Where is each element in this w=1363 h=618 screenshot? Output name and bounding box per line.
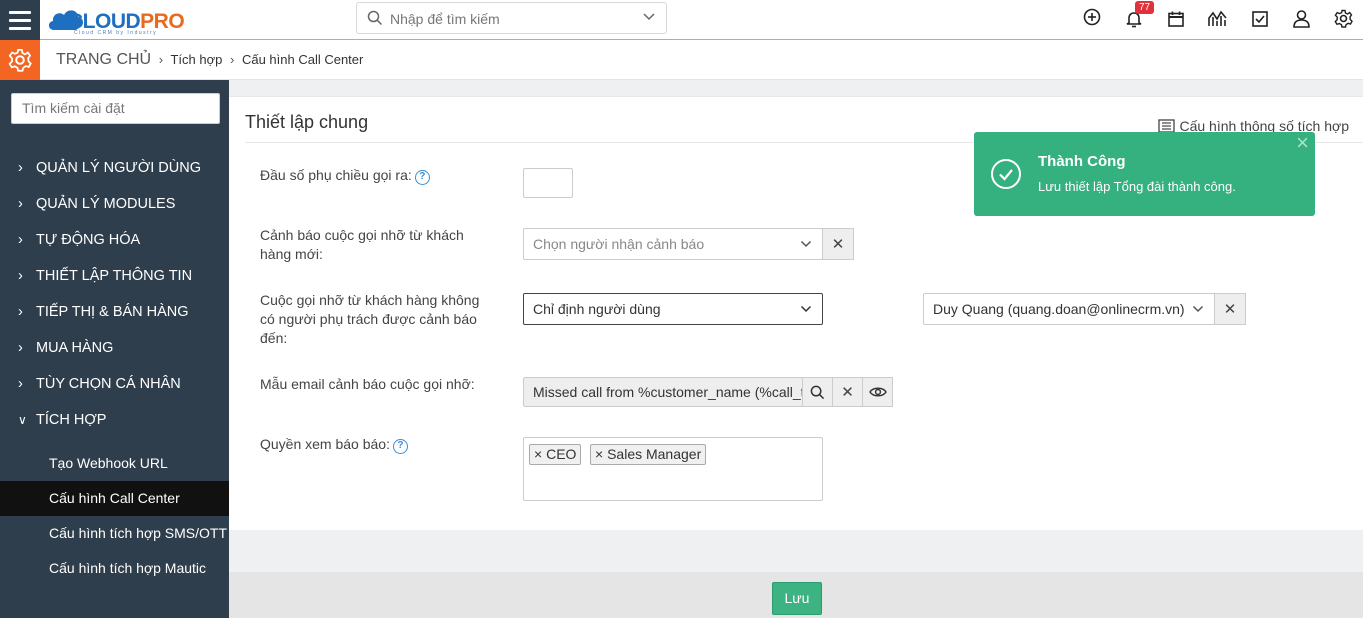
form-footer: Lưu xyxy=(229,572,1363,618)
sidebar-item-label: TÙY CHỌN CÁ NHÂN xyxy=(36,376,181,392)
sidebar-item-user-management[interactable]: › QUẢN LÝ NGƯỜI DÙNG xyxy=(0,150,229,186)
clear-template-button[interactable]: ✕ xyxy=(832,377,863,407)
sidebar-subitem-webhook[interactable]: Tạo Webhook URL xyxy=(0,446,229,481)
sidebar-item-marketing-sales[interactable]: › TIẾP THỊ & BÁN HÀNG xyxy=(0,294,229,330)
sidebar-item-personal-options[interactable]: › TÙY CHỌN CÁ NHÂN xyxy=(0,366,229,402)
sidebar-item-info-setup[interactable]: › THIẾT LẬP THÔNG TIN xyxy=(0,258,229,294)
sidebar-item-label: TIẾP THỊ & BÁN HÀNG xyxy=(36,304,189,320)
missed-unassigned-label: Cuộc gọi nhỡ từ khách hàng không có ngườ… xyxy=(260,292,480,346)
chevron-right-icon: › xyxy=(18,196,23,212)
checkbox-icon[interactable] xyxy=(1251,10,1269,28)
settings-sidebar: Tìm kiếm cài đặt › QUẢN LÝ NGƯỜI DÙNG › QU… xyxy=(0,80,229,618)
help-icon[interactable]: ? xyxy=(392,439,408,454)
sidebar-subitem-sms-ott[interactable]: Cấu hình tích hợp SMS/OTT xyxy=(0,516,229,551)
sidebar-subitem-mautic[interactable]: Cấu hình tích hợp Mautic xyxy=(0,551,229,586)
breadcrumb-integration[interactable]: Tích hợp xyxy=(170,52,222,67)
role-tag[interactable]: × CEO xyxy=(529,444,582,465)
plus-circle-icon[interactable] xyxy=(1083,8,1101,26)
logo-subtitle: Cloud CRM by Industry xyxy=(74,30,158,36)
hamburger-menu-icon[interactable] xyxy=(0,0,40,40)
search-icon xyxy=(367,10,383,26)
settings-search-input[interactable]: Tìm kiếm cài đặt xyxy=(11,93,220,124)
prefix-input[interactable] xyxy=(523,168,573,198)
clear-assigned-user-button[interactable]: ✕ xyxy=(1214,293,1246,325)
page-title: Thiết lập chung xyxy=(245,112,369,132)
config-list-icon xyxy=(1158,119,1176,133)
missed-new-customer-label: Cảnh báo cuộc gọi nhỡ từ khách hàng mới: xyxy=(260,227,464,262)
check-circle-icon xyxy=(991,159,1021,189)
sidebar-item-integration[interactable]: ∨ TÍCH HỢP xyxy=(0,402,229,438)
breadcrumb: TRANG CHỦ › Tích hợp › Cấu hình Call Cen… xyxy=(56,51,363,69)
chevron-down-icon xyxy=(643,13,655,21)
settings-gear-icon[interactable] xyxy=(0,40,40,80)
chevron-right-icon: › xyxy=(18,376,23,392)
success-toast: Thành Công Lưu thiết lập Tổng đài thành … xyxy=(974,130,1315,216)
assignment-mode-value: Chỉ định người dùng xyxy=(533,301,661,317)
chevron-right-icon: › xyxy=(18,340,23,356)
calendar-icon[interactable] xyxy=(1167,10,1185,28)
search-placeholder: Nhập để tìm kiếm xyxy=(390,11,500,27)
sidebar-item-label: QUẢN LÝ NGƯỜI DÙNG xyxy=(36,160,202,176)
sidebar-item-modules[interactable]: › QUẢN LÝ MODULES xyxy=(0,186,229,222)
chart-icon[interactable] xyxy=(1207,9,1228,28)
sidebar-item-label: THIẾT LẬP THÔNG TIN xyxy=(36,268,193,284)
notification-badge: 77 xyxy=(1135,1,1155,14)
role-tag[interactable]: × Sales Manager xyxy=(590,444,707,465)
report-view-label-text: Quyền xem báo báo: xyxy=(260,436,390,452)
sidebar-item-automation[interactable]: › TỰ ĐỘNG HÓA xyxy=(0,222,229,258)
chevron-right-icon: › xyxy=(18,160,23,176)
settings-icon[interactable] xyxy=(1334,9,1353,28)
chevron-right-icon: › xyxy=(18,232,23,248)
breadcrumb-home[interactable]: TRANG CHỦ xyxy=(56,51,151,68)
assigned-user-select[interactable]: Duy Quang (quang.doan@onlinecrm.vn) xyxy=(923,293,1215,325)
sidebar-item-label: QUẢN LÝ MODULES xyxy=(36,196,176,212)
missed-new-recipient-select[interactable]: Chọn người nhận cảnh báo xyxy=(523,228,823,260)
chevron-down-icon: ∨ xyxy=(18,413,27,427)
breadcrumb-separator-icon: › xyxy=(229,52,235,67)
report-view-label: Quyền xem báo báo:? xyxy=(260,435,492,454)
sidebar-item-label: TỰ ĐỘNG HÓA xyxy=(36,232,141,248)
remove-tag-icon[interactable]: × xyxy=(595,446,607,462)
sidebar-subitem-call-center[interactable]: Cấu hình Call Center xyxy=(0,481,229,516)
chevron-down-icon xyxy=(800,305,812,313)
help-icon[interactable]: ? xyxy=(414,170,430,185)
assignment-mode-select[interactable]: Chỉ định người dùng xyxy=(523,293,823,325)
email-template-value: Missed call from %customer_name (%call_t xyxy=(533,384,803,400)
email-template-field[interactable]: Missed call from %customer_name (%call_t xyxy=(523,377,803,407)
email-template-label: Mẫu email cảnh báo cuộc gọi nhỡ: xyxy=(260,376,475,392)
chevron-right-icon: › xyxy=(18,304,23,320)
eye-icon xyxy=(868,387,887,397)
prefix-label-text: Đầu số phụ chiều gọi ra: xyxy=(260,167,412,183)
role-tag-label: Sales Manager xyxy=(607,446,702,462)
search-template-button[interactable] xyxy=(802,377,833,407)
sidebar-item-label: MUA HÀNG xyxy=(36,340,114,356)
role-tag-label: CEO xyxy=(546,446,577,462)
prefix-label: Đầu số phụ chiều gọi ra:? xyxy=(260,166,492,185)
search-icon xyxy=(810,385,825,399)
close-icon[interactable]: × xyxy=(1296,130,1309,156)
remove-tag-icon[interactable]: × xyxy=(534,446,546,462)
chevron-down-icon xyxy=(800,240,812,248)
sidebar-item-label: TÍCH HỢP xyxy=(36,412,107,428)
breadcrumb-bar: TRANG CHỦ › Tích hợp › Cấu hình Call Cen… xyxy=(0,40,1363,80)
breadcrumb-separator-icon: › xyxy=(158,52,164,67)
chevron-down-icon xyxy=(1192,305,1204,313)
chevron-right-icon: › xyxy=(18,268,23,284)
breadcrumb-current: Cấu hình Call Center xyxy=(241,52,364,67)
save-button[interactable]: Lưu xyxy=(772,582,822,615)
toast-title: Thành Công xyxy=(1038,153,1126,170)
missed-new-recipient-placeholder: Chọn người nhận cảnh báo xyxy=(533,236,705,252)
settings-menu: › QUẢN LÝ NGƯỜI DÙNG › QUẢN LÝ MODULES › TỰ… xyxy=(0,150,229,586)
toast-message: Lưu thiết lập Tổng đài thành công. xyxy=(1038,179,1236,194)
clear-recipient-button[interactable]: ✕ xyxy=(822,228,854,260)
assigned-user-value: Duy Quang (quang.doan@onlinecrm.vn) xyxy=(933,301,1185,317)
sidebar-item-purchasing[interactable]: › MUA HÀNG xyxy=(0,330,229,366)
logo[interactable]: CLOUDPRO Cloud CRM by Industry xyxy=(46,3,206,37)
report-view-multiselect[interactable]: × CEO × Sales Manager xyxy=(523,437,823,501)
preview-template-button[interactable] xyxy=(862,377,893,407)
top-bar: CLOUDPRO Cloud CRM by Industry Nhập để t… xyxy=(0,0,1363,40)
global-search-input[interactable]: Nhập để tìm kiếm xyxy=(356,2,667,34)
user-icon[interactable] xyxy=(1292,9,1311,28)
